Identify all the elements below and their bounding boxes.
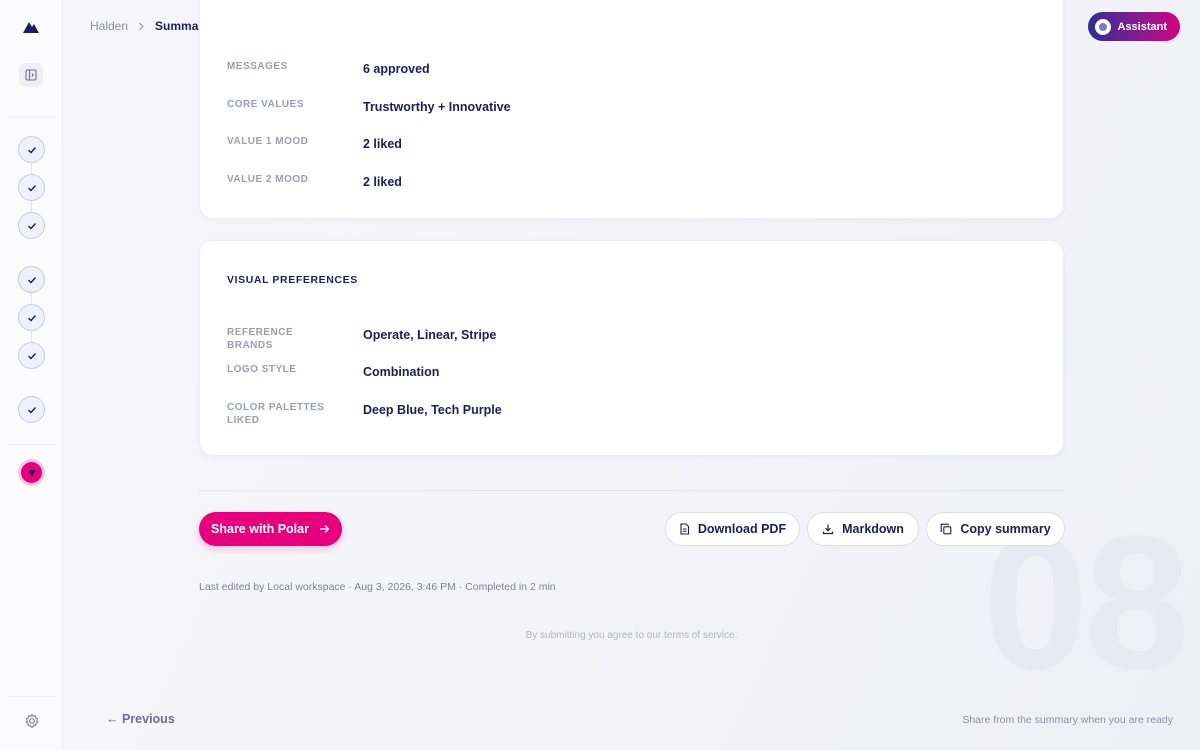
row-value: Trustworthy + Innovative [363,100,511,114]
row-label: VALUE 2 MOOD [227,174,309,185]
summary-card: MESSAGES 6 approved CORE VALUES Trustwor… [199,0,1064,219]
step-7-complete[interactable] [18,396,45,423]
row-label: COLOR PALETTES LIKED [227,402,325,426]
check-icon [27,276,36,283]
sidebar-divider [8,444,56,445]
download-pdf-label: Download PDF [697,522,787,536]
row-value: Operate, Linear, Stripe [363,328,497,342]
row-label: VALUE 1 MOOD [227,136,309,147]
section-divider [199,490,1064,491]
row-value: 2 liked [363,175,402,189]
sidebar-toggle-icon [25,69,37,81]
check-icon [27,352,36,359]
settings-gear-icon[interactable] [23,712,41,730]
markdown-label: Markdown [842,522,904,536]
step-3-complete[interactable] [18,212,45,239]
breadcrumb-parent-link[interactable]: Halden [90,19,128,33]
step-1-complete[interactable] [18,136,45,163]
download-pdf-button[interactable]: Download PDF [665,512,800,546]
step-2-complete[interactable] [18,174,45,201]
section-title: VISUAL PREFERENCES [227,274,358,286]
markdown-button[interactable]: Markdown [807,512,919,546]
copy-summary-button[interactable]: Copy summary [926,512,1065,546]
step-4-complete[interactable] [18,266,45,293]
row-value: 2 liked [363,137,402,151]
row-label: CORE VALUES [227,99,304,110]
step-5-complete[interactable] [18,304,45,331]
check-icon [27,314,36,321]
copy-summary-label: Copy summary [960,522,1051,536]
row-label: MESSAGES [227,61,288,72]
terms-notice: By submitting you agree to our terms of … [525,630,738,641]
chevron-right-icon [138,22,145,31]
copy-icon [940,523,952,535]
sidebar-divider [8,117,56,118]
assistant-button[interactable]: Assistant [1088,12,1180,41]
sidebar-divider [8,696,56,697]
previous-button[interactable]: ← Previous [106,712,175,726]
check-icon [27,184,36,191]
download-icon [822,524,834,535]
row-label: REFERENCE BRANDS [227,327,294,351]
assistant-label: Assistant [1117,20,1167,33]
visual-preferences-card: VISUAL PREFERENCES REFERENCE BRANDS Oper… [199,240,1064,456]
send-icon [28,469,35,476]
share-with-polar-button[interactable]: Share with Polar [199,512,342,546]
check-icon [27,146,36,153]
row-value: Combination [363,365,440,379]
previous-label: ← Previous [106,712,175,726]
assistant-icon [1095,18,1112,35]
panel-toggle-button[interactable] [19,63,43,87]
check-icon [27,406,36,413]
document-icon [680,523,689,535]
row-value: Deep Blue, Tech Purple [363,403,502,417]
arrow-right-icon [319,525,330,533]
step-6-complete[interactable] [18,342,45,369]
logo-icon[interactable] [21,18,41,38]
step-8-current[interactable] [18,459,45,486]
check-icon [27,222,36,229]
footer-hint: Share from the summary when you are read… [962,714,1173,726]
breadcrumb: Halden Summary [90,19,210,33]
row-value: 6 approved [363,62,430,76]
last-edited-meta: Last edited by Local workspace · Aug 3, … [199,581,556,593]
share-label: Share with Polar [211,522,309,536]
row-label: LOGO STYLE [227,364,297,375]
